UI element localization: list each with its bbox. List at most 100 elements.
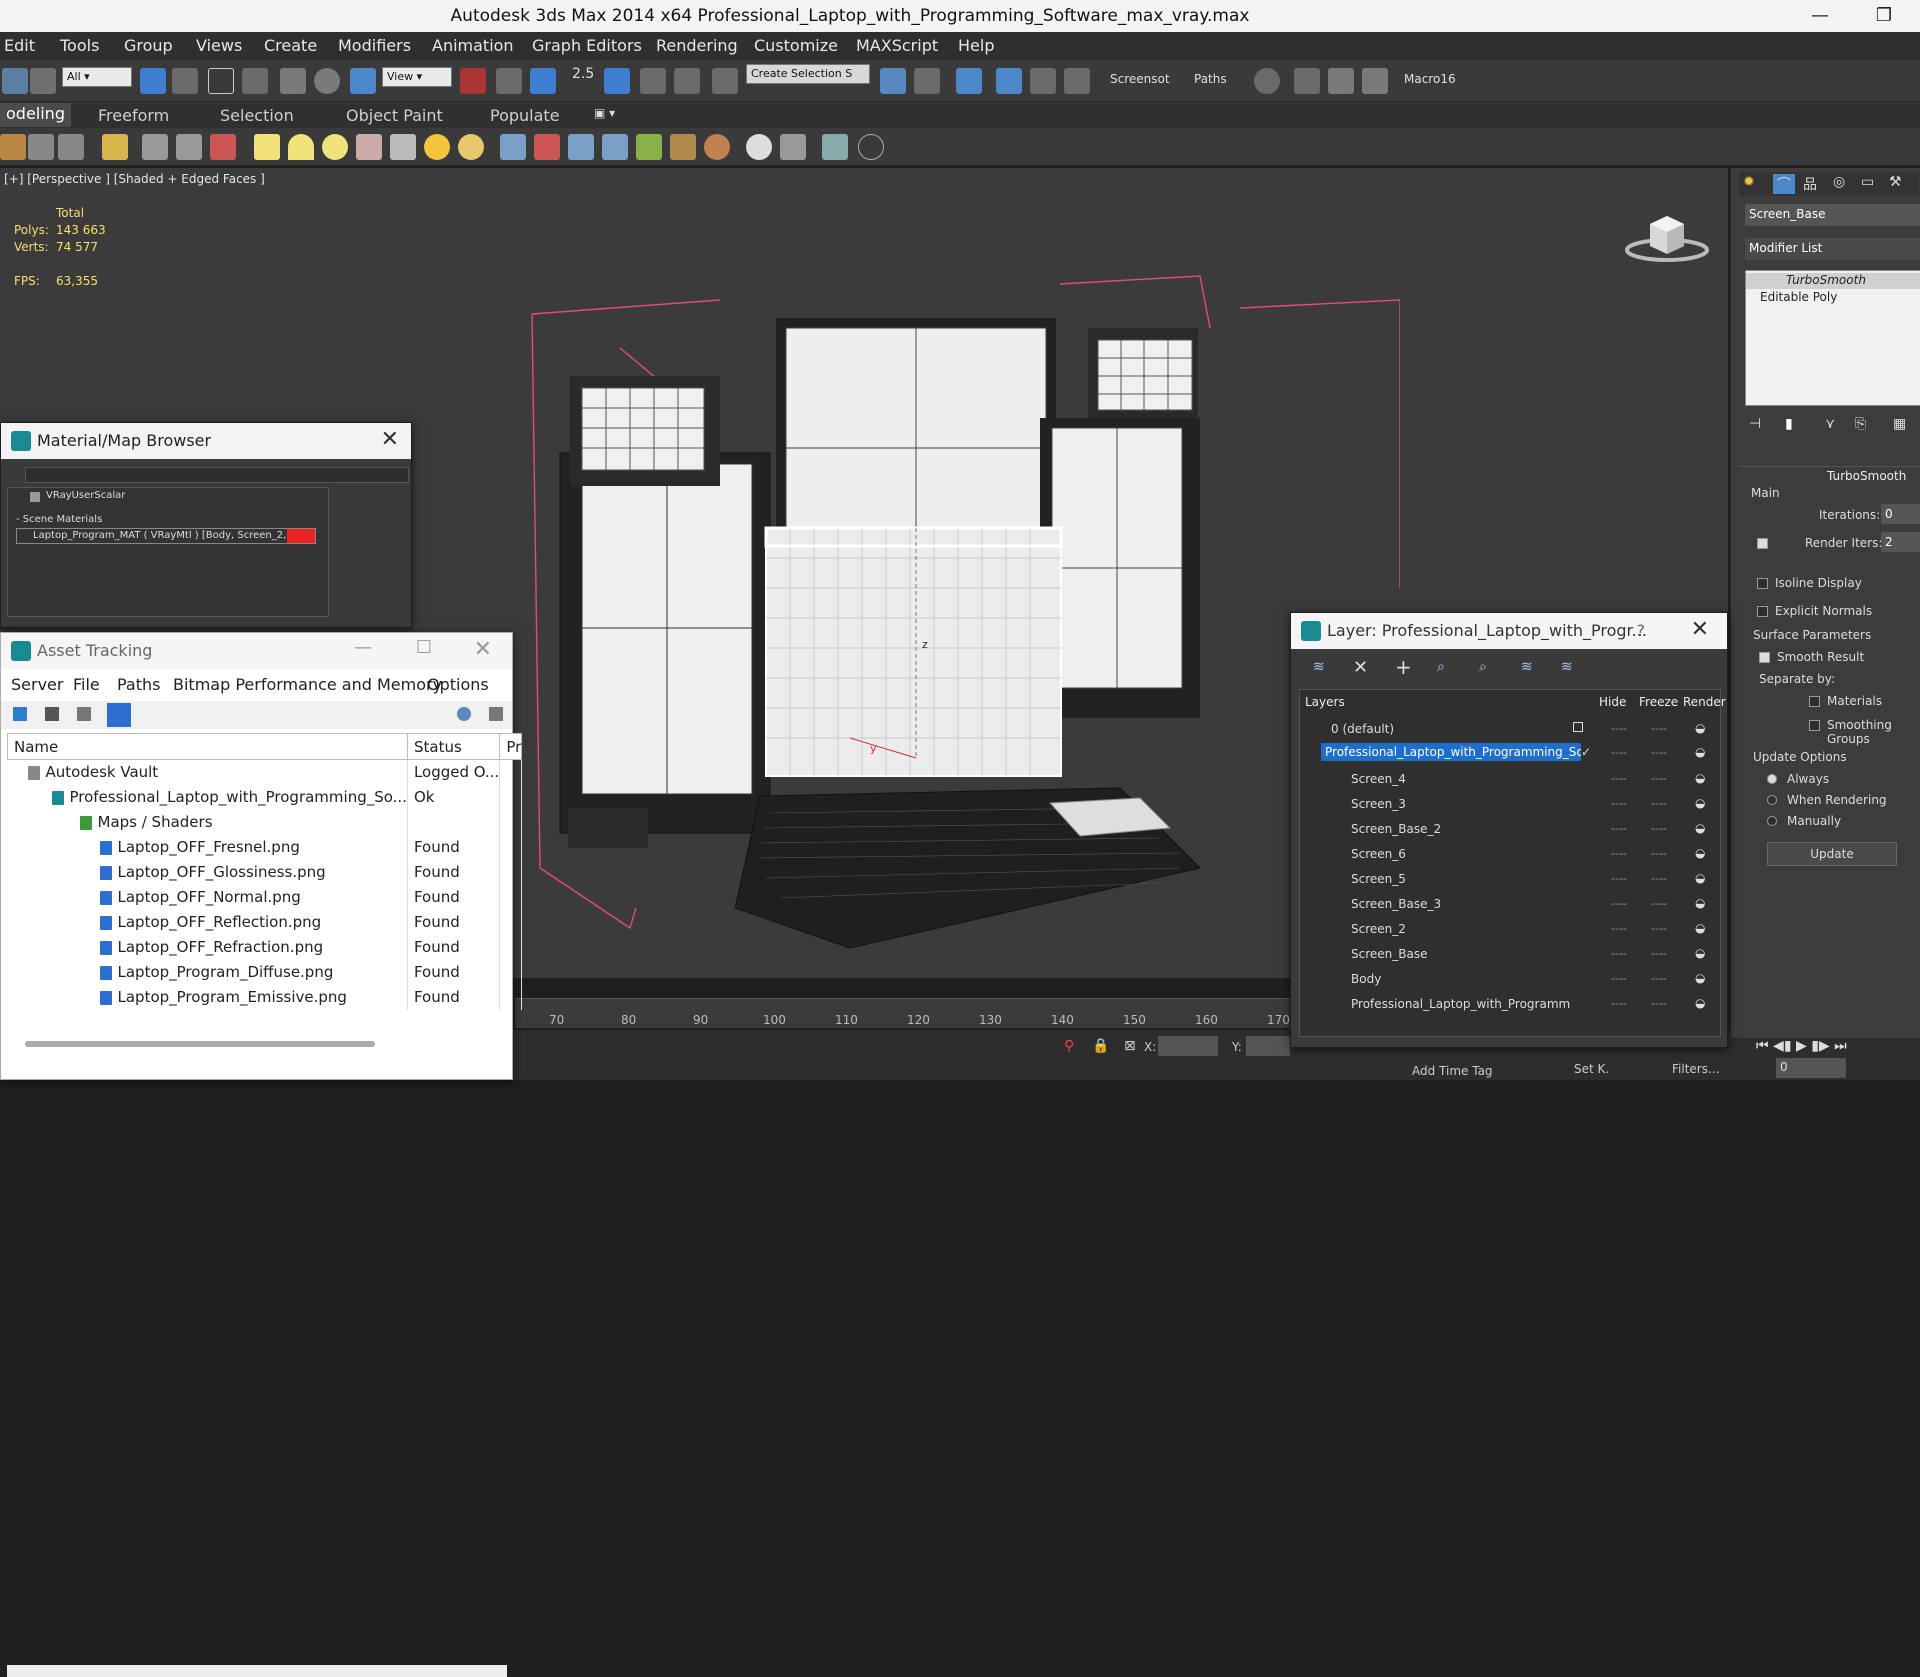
material-search-input[interactable]: [25, 467, 409, 483]
sun-icon[interactable]: [424, 134, 450, 160]
table-row[interactable]: Autodesk Vault Logged O...: [7, 759, 523, 785]
table-row[interactable]: Laptop_OFF_Refraction.png Found: [7, 934, 523, 960]
menu-tools[interactable]: Tools: [60, 36, 99, 55]
freeze-toggle[interactable]: ----: [1651, 746, 1667, 759]
freeze-toggle[interactable]: ----: [1651, 772, 1667, 785]
table-row[interactable]: Laptop_Program_Diffuse.png Found: [7, 959, 523, 985]
undo-icon[interactable]: [2, 68, 28, 94]
table-row[interactable]: Maps / Shaders: [7, 809, 523, 835]
add-to-layer-icon[interactable]: +: [1395, 655, 1412, 679]
table-row[interactable]: Laptop_OFF_Glossiness.png Found: [7, 859, 523, 885]
scene-materials-section[interactable]: - Scene Materials: [16, 514, 102, 525]
snaps-toggle-icon[interactable]: [530, 68, 556, 94]
render-teapot-icon[interactable]: ◒: [1695, 921, 1705, 935]
asset-menu-server[interactable]: Server: [11, 675, 63, 694]
laptop-model[interactable]: z y: [520, 268, 1400, 968]
render-iters-spinner[interactable]: 2: [1881, 532, 1920, 552]
align-icon[interactable]: [914, 68, 940, 94]
freeze-toggle[interactable]: ----: [1651, 897, 1667, 910]
pivot-icon[interactable]: [460, 68, 486, 94]
configure-sets-icon[interactable]: ▦: [1893, 416, 1906, 432]
layer-row[interactable]: Body ---- ---- ◒: [1299, 967, 1721, 992]
hide-toggle[interactable]: ----: [1611, 872, 1627, 885]
spinner-snap-icon[interactable]: [674, 68, 700, 94]
menu-edit[interactable]: Edit: [4, 36, 35, 55]
curve-editor-icon[interactable]: [1030, 68, 1056, 94]
tab-populate[interactable]: Populate: [490, 106, 560, 125]
table-row[interactable]: Laptop_OFF_Fresnel.png Found: [7, 834, 523, 860]
viewcube-icon[interactable]: [1622, 206, 1712, 266]
freeze-toggle[interactable]: ----: [1651, 847, 1667, 860]
command-panel-tabs[interactable]: ✹ ⌒ 品 ◎ ▭ ⚒: [1739, 172, 1919, 196]
tab-selection[interactable]: Selection: [220, 106, 294, 125]
tool-icon-19[interactable]: [670, 134, 696, 160]
menu-modifiers[interactable]: Modifiers: [338, 36, 411, 55]
edit-named-selection-icon[interactable]: [712, 68, 738, 94]
tool-icon-16[interactable]: [568, 134, 594, 160]
select-by-name-icon[interactable]: [172, 68, 198, 94]
render-teapot-icon[interactable]: ◒: [1695, 971, 1705, 985]
materials-checkbox[interactable]: [1809, 696, 1820, 707]
hide-toggle[interactable]: ----: [1611, 947, 1627, 960]
render-production-icon[interactable]: [1362, 68, 1388, 94]
render-teapot-icon[interactable]: ◒: [1695, 896, 1705, 910]
delete-layer-icon[interactable]: ✕: [1353, 657, 1368, 678]
material-list-item[interactable]: VRayUserScalar: [46, 490, 125, 501]
scene-material-item[interactable]: Laptop_Program_MAT ( VRayMtl ) [Body, Sc…: [16, 528, 316, 544]
new-layer-icon[interactable]: ≋: [1313, 659, 1325, 675]
modify-tab-icon[interactable]: ⌒: [1773, 174, 1795, 194]
move-icon[interactable]: [280, 68, 306, 94]
paths-button[interactable]: Paths: [1194, 72, 1227, 86]
isoline-display-checkbox[interactable]: [1757, 578, 1768, 589]
material-browser-titlebar[interactable]: Material/Map Browser ✕: [1, 423, 411, 459]
tool-icon-14[interactable]: [500, 134, 526, 160]
macro-button[interactable]: Macro16: [1404, 72, 1456, 86]
layer-row[interactable]: Screen_Base_2 ---- ---- ◒: [1299, 817, 1721, 842]
close-icon[interactable]: ✕: [381, 427, 399, 452]
layer-row[interactable]: 0 (default) ---- ---- ◒: [1299, 717, 1721, 742]
tool-icon-2[interactable]: [28, 134, 54, 160]
layer-row[interactable]: Screen_5 ---- ---- ◒: [1299, 867, 1721, 892]
asset-menu-options[interactable]: Options: [427, 675, 489, 694]
render-teapot-icon[interactable]: ◒: [1695, 871, 1705, 885]
menu-group[interactable]: Group: [124, 36, 173, 55]
iterations-spinner[interactable]: 0: [1881, 504, 1920, 524]
hide-column-header[interactable]: Hide: [1599, 695, 1626, 717]
freeze-toggle[interactable]: ----: [1651, 947, 1667, 960]
tool-icon-15[interactable]: [534, 134, 560, 160]
render-iters-checkbox[interactable]: [1757, 538, 1768, 549]
hide-toggle[interactable]: ----: [1611, 847, 1627, 860]
cone-icon[interactable]: [390, 134, 416, 160]
render-setup-icon[interactable]: [1294, 68, 1320, 94]
display-tab-icon[interactable]: ▭: [1861, 174, 1874, 190]
always-radio[interactable]: [1767, 774, 1777, 784]
minimize-button[interactable]: —: [1800, 2, 1840, 30]
light-icon[interactable]: [102, 134, 128, 160]
create-tab-icon[interactable]: ✹: [1743, 174, 1755, 190]
tool-icon-18[interactable]: [636, 134, 662, 160]
graphite-toggle-icon[interactable]: [996, 68, 1022, 94]
freeze-toggle[interactable]: ----: [1651, 922, 1667, 935]
asset-tracking-titlebar[interactable]: Asset Tracking — ☐ ✕: [1, 633, 512, 669]
render-teapot-icon[interactable]: ◒: [1695, 996, 1705, 1010]
stack-item-editable-poly[interactable]: Editable Poly: [1746, 290, 1920, 306]
tool-icon-3[interactable]: [58, 134, 84, 160]
hide-toggle[interactable]: ----: [1611, 822, 1627, 835]
settings-icon[interactable]: [489, 707, 503, 721]
asset-menu-bitmap[interactable]: Bitmap Performance and Memory: [173, 675, 442, 694]
reference-coord-dropdown[interactable]: View ▾: [382, 67, 452, 87]
render-column-header[interactable]: Render: [1683, 695, 1726, 717]
menu-customize[interactable]: Customize: [754, 36, 838, 55]
render-teapot-icon[interactable]: ◒: [1695, 721, 1705, 735]
menu-rendering[interactable]: Rendering: [656, 36, 738, 55]
freeze-toggle[interactable]: ----: [1651, 797, 1667, 810]
horizontal-scrollbar[interactable]: [7, 1665, 507, 1677]
key-icon[interactable]: ⚲: [1064, 1038, 1074, 1054]
explicit-normals-checkbox[interactable]: [1757, 606, 1768, 617]
asset-menu-paths[interactable]: Paths: [117, 675, 160, 694]
tool-icon-7[interactable]: [210, 134, 236, 160]
select-manipulate-icon[interactable]: [496, 68, 522, 94]
hierarchy-tab-icon[interactable]: 品: [1803, 174, 1817, 194]
layers-column-header[interactable]: Layers: [1305, 695, 1345, 717]
stack-item-turbosmooth[interactable]: TurboSmooth: [1746, 273, 1920, 289]
